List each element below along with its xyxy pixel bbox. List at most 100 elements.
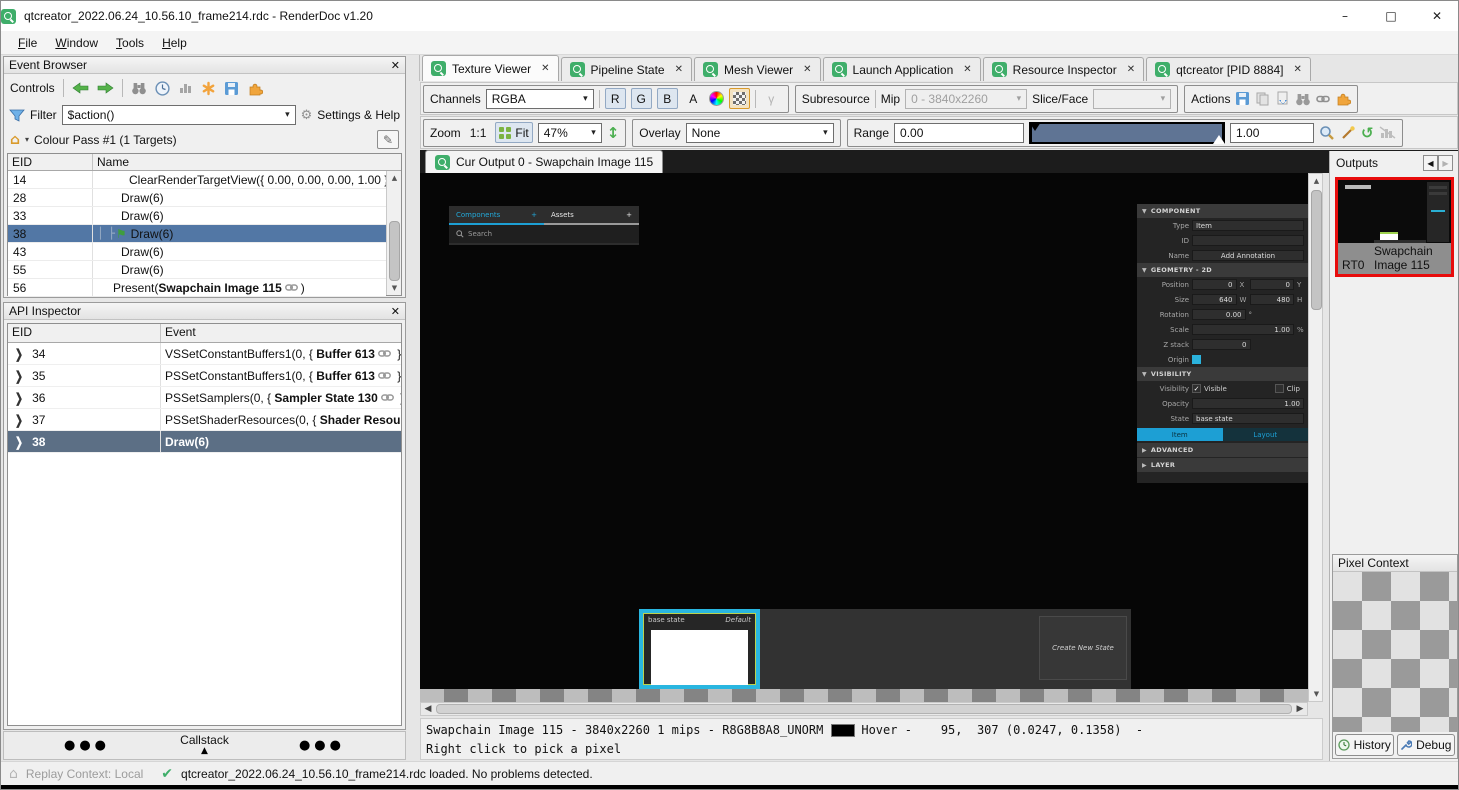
tab-pipeline-state[interactable]: Pipeline State ✕ — [560, 57, 692, 81]
tab-texture-viewer[interactable]: Texture Viewer ✕ — [422, 55, 559, 81]
event-row-eid-56[interactable]: 56 Present( Swapchain Image 115 ) — [8, 279, 386, 297]
statistics-icon[interactable] — [178, 81, 193, 95]
export-texture-icon[interactable] — [1275, 91, 1290, 106]
resource-link-icon[interactable] — [1316, 94, 1331, 104]
close-icon[interactable]: ✕ — [963, 64, 971, 75]
event-table-scrollbar[interactable]: ▲ ▼ — [386, 171, 401, 295]
overlay-combobox[interactable]: None ▾ — [685, 122, 834, 143]
close-icon[interactable]: ✕ — [1127, 64, 1135, 75]
event-row-eid-33[interactable]: 33 Draw(6) — [8, 207, 386, 225]
tab-qtcreator-pid-8884-[interactable]: qtcreator [PID 8884] ✕ — [1146, 57, 1311, 81]
green-channel-button[interactable]: G — [630, 88, 652, 109]
chevron-down-icon[interactable]: ▾ — [25, 135, 29, 144]
alpha-checkerboard-button[interactable] — [728, 88, 750, 109]
histogram-toggle-icon[interactable] — [1379, 125, 1396, 140]
expand-chevron-icon[interactable]: ❯ — [15, 412, 23, 427]
prev-draw-icon[interactable] — [72, 82, 89, 94]
close-icon[interactable]: ✕ — [675, 64, 683, 75]
copy-icon[interactable] — [1255, 91, 1270, 106]
column-header-event[interactable]: Event — [161, 324, 401, 342]
close-icon[interactable]: ✕ — [1294, 64, 1302, 75]
event-row-eid-43[interactable]: 43 Draw(6) — [8, 243, 386, 261]
outputs-prev-icon[interactable]: ◀ — [1423, 155, 1438, 171]
reset-range-undo-icon[interactable]: ↺ — [1361, 124, 1374, 142]
settings-help-link[interactable]: Settings & Help — [317, 108, 400, 122]
flip-y-icon[interactable]: ↕ — [607, 124, 620, 142]
expand-chevron-icon[interactable]: ❯ — [15, 368, 23, 383]
autofit-wand-icon[interactable] — [1340, 125, 1356, 141]
pixel-context-view[interactable] — [1333, 572, 1457, 732]
channels-combobox[interactable]: RGBA ▾ — [485, 88, 594, 109]
range-black-point-handle[interactable] — [1029, 121, 1042, 131]
range-white-point-handle[interactable] — [1213, 134, 1226, 144]
resource-link[interactable]: Swapchain Image 115 — [158, 281, 281, 295]
scroll-up-icon[interactable]: ▲ — [1309, 174, 1324, 188]
filter-settings-gear-icon[interactable]: ⚙ — [301, 108, 313, 123]
range-slider[interactable] — [1029, 121, 1226, 144]
pixel-context-title-bar[interactable]: Pixel Context — [1333, 555, 1457, 572]
resource-link[interactable]: Sampler State 130 — [274, 391, 377, 405]
history-button[interactable]: History — [1335, 734, 1394, 756]
column-header-eid[interactable]: EID — [8, 324, 161, 342]
viewport-horizontal-scrollbar[interactable]: ◀ ▶ — [420, 702, 1308, 716]
breadcrumb[interactable]: Colour Pass #1 (1 Targets) — [34, 133, 177, 147]
slice-face-combobox[interactable]: ▾ — [1093, 88, 1172, 109]
mip-combobox[interactable]: 0 - 3840x2260 ▾ — [905, 88, 1028, 109]
api-row-eid-34[interactable]: ❯ 34 VSSetConstantBuffers1(0, { Buffer 613… — [8, 343, 401, 365]
tab-launch-application[interactable]: Launch Application ✕ — [822, 57, 981, 81]
save-texture-icon[interactable] — [1235, 91, 1250, 106]
api-row-eid-37[interactable]: ❯ 37 PSSetShaderResources(0, { Shader Reso… — [8, 409, 401, 431]
expand-chevron-icon[interactable]: ❯ — [15, 346, 23, 361]
filter-combobox[interactable]: $action() ▾ — [61, 105, 296, 125]
home-icon[interactable]: ⌂ — [10, 132, 20, 148]
close-icon[interactable]: ✕ — [541, 63, 549, 74]
zoom-range-magnifier-icon[interactable] — [1319, 125, 1335, 141]
texture-viewport[interactable]: Components + Assets + Search ▼ COMPONENT Ty… — [420, 173, 1308, 689]
api-row-eid-38[interactable]: ❯ 38 Draw(6) — [8, 431, 401, 453]
range-min-input[interactable]: 0.00 — [894, 122, 1025, 143]
tab-mesh-viewer[interactable]: Mesh Viewer ✕ — [694, 57, 821, 81]
alpha-channel-button[interactable]: A — [683, 88, 704, 109]
expand-chevron-icon[interactable]: ❯ — [15, 390, 23, 405]
rt0-thumbnail[interactable]: RT0 Swapchain Image 115 — [1335, 177, 1454, 277]
close-button[interactable]: ✕ — [1414, 1, 1458, 31]
outputs-next-icon[interactable]: ▶ — [1438, 155, 1453, 171]
resource-link[interactable]: Shader Resource V — [320, 413, 401, 427]
gamma-button[interactable]: γ — [761, 88, 782, 109]
minimize-button[interactable]: – — [1322, 1, 1368, 31]
extensions-puzzle-icon[interactable] — [247, 81, 263, 96]
find-event-icon[interactable] — [131, 81, 147, 95]
api-inspector-title-bar[interactable]: API Inspector ✕ — [4, 303, 405, 320]
menu-help[interactable]: Help — [153, 33, 196, 53]
close-icon[interactable]: ✕ — [803, 64, 811, 75]
viewport-vertical-scrollbar[interactable]: ▲ ▼ — [1308, 173, 1323, 702]
api-row-eid-35[interactable]: ❯ 35 PSSetConstantBuffers1(0, { Buffer 613… — [8, 365, 401, 387]
column-header-name[interactable]: Name — [93, 154, 401, 170]
debug-button[interactable]: Debug — [1396, 734, 1455, 756]
next-draw-icon[interactable] — [97, 82, 114, 94]
scrollbar-thumb[interactable] — [436, 704, 1292, 714]
menu-tools[interactable]: Tools — [107, 33, 153, 53]
resource-link[interactable]: Buffer 613 — [316, 369, 375, 383]
blue-channel-button[interactable]: B — [656, 88, 678, 109]
event-browser-title-bar[interactable]: Event Browser ✕ — [4, 57, 405, 74]
scroll-down-icon[interactable]: ▼ — [387, 281, 402, 295]
open-custom-shader-puzzle-icon[interactable] — [1335, 91, 1352, 106]
expand-up-icon[interactable]: ▲ — [201, 746, 208, 757]
event-row-eid-38[interactable]: 38 │ ├ ⚑ Draw(6) — [8, 225, 386, 243]
zoom-fit-button[interactable]: Fit — [495, 122, 533, 143]
event-row-eid-28[interactable]: 28 Draw(6) — [8, 189, 386, 207]
menu-file[interactable]: File — [9, 33, 46, 53]
scroll-left-icon[interactable]: ◀ — [421, 704, 435, 714]
scroll-up-icon[interactable]: ▲ — [387, 171, 402, 185]
timing-clock-icon[interactable] — [155, 80, 170, 96]
resource-link[interactable]: Buffer 613 — [316, 347, 375, 361]
callstack-dock[interactable]: ●●● Callstack ▲ ●●● — [3, 731, 406, 760]
event-row-eid-55[interactable]: 55 Draw(6) — [8, 261, 386, 279]
goto-location-icon[interactable] — [1295, 92, 1311, 106]
current-output-tab[interactable]: Cur Output 0 - Swapchain Image 115 — [425, 150, 664, 173]
custom-channels-color-wheel-icon[interactable] — [708, 91, 724, 106]
scroll-right-icon[interactable]: ▶ — [1293, 704, 1307, 714]
save-icon[interactable] — [224, 81, 239, 96]
red-channel-button[interactable]: R — [604, 88, 626, 109]
